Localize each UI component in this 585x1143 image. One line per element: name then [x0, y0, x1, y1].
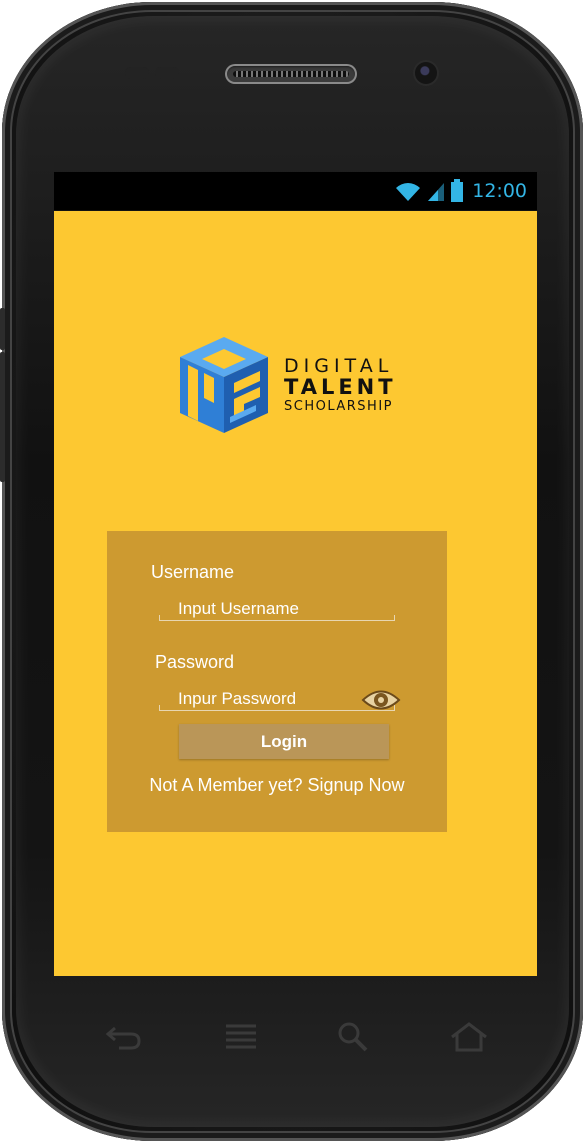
clock: 12:00	[472, 180, 527, 202]
login-form: Username Input Username Password Inpur P…	[107, 531, 447, 832]
digital-talent-logo: DIGITAL TALENT SCHOLARSHIP	[174, 335, 414, 437]
username-input[interactable]: Input Username	[159, 597, 395, 621]
proximity-sensor	[125, 67, 149, 79]
wifi-icon	[396, 183, 421, 201]
logo-text-digital: DIGITAL	[284, 355, 394, 377]
signal-icon	[428, 183, 445, 201]
front-camera	[415, 62, 437, 84]
volume-down-button[interactable]	[0, 352, 5, 482]
password-label: Password	[155, 652, 235, 672]
screen: 12:00 DIGITAL TALENT SCHOLARSHIP Usernam…	[54, 172, 537, 976]
menu-icon[interactable]	[222, 1022, 260, 1054]
volume-up-button[interactable]	[0, 308, 5, 350]
earpiece-speaker	[225, 64, 357, 84]
status-bar: 12:00	[54, 172, 537, 211]
search-icon[interactable]	[336, 1020, 370, 1054]
signup-link[interactable]: Not A Member yet? Signup Now	[107, 775, 447, 796]
logo-text-scholarship: SCHOLARSHIP	[284, 399, 394, 414]
username-label: Username	[151, 562, 235, 582]
battery-icon	[451, 179, 464, 202]
home-icon[interactable]	[448, 1020, 490, 1054]
cube-logo-icon	[180, 337, 268, 433]
logo-text-talent: TALENT	[284, 375, 397, 399]
back-icon[interactable]	[105, 1022, 143, 1052]
light-sensor	[155, 67, 179, 79]
show-password-eye-icon[interactable]	[360, 685, 402, 715]
login-button[interactable]: Login	[179, 724, 389, 759]
